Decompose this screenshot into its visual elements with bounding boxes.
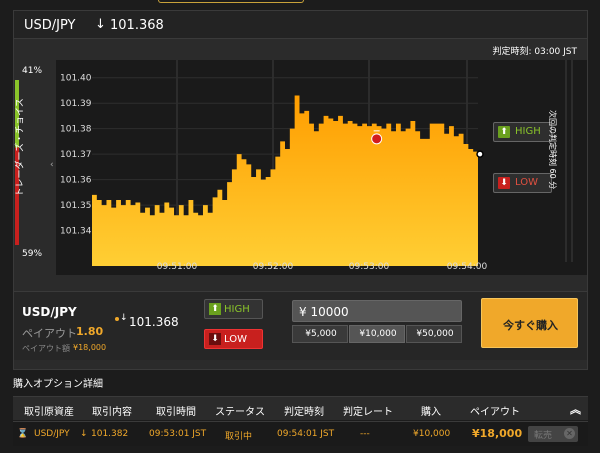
col-purchase: 購入 bbox=[421, 407, 441, 418]
col-status: ステータス bbox=[215, 407, 265, 418]
x-tick-label: 09:51:00 bbox=[157, 262, 198, 272]
y-tick-label: 101.35 bbox=[60, 201, 92, 211]
y-tick-label: 101.37 bbox=[60, 150, 92, 160]
high-label: HIGH bbox=[224, 304, 250, 315]
row-arrow-icon: ↓ bbox=[80, 429, 88, 439]
arrow-up-icon: ⬆ bbox=[209, 303, 221, 315]
y-tick-label: 101.38 bbox=[60, 125, 92, 135]
amount-input[interactable]: ¥ 10000 bbox=[292, 300, 462, 322]
x-axis-strip bbox=[56, 266, 587, 275]
x-tick-label: 09:52:00 bbox=[253, 262, 294, 272]
chart-low-button[interactable]: ⬇ LOW bbox=[493, 173, 552, 193]
preset-5000-label: ¥5,000 bbox=[305, 329, 337, 339]
y-tick-label: 101.39 bbox=[60, 99, 92, 109]
down-arrow-icon: ↓ bbox=[95, 17, 106, 32]
top-tab-accent bbox=[158, 0, 304, 3]
col-payout: ペイアウト bbox=[470, 407, 520, 418]
row-asset: USD/JPY bbox=[34, 429, 70, 439]
row-rate: 101.382 bbox=[91, 429, 129, 439]
x-tick-label: 09:54:00 bbox=[447, 262, 488, 272]
trade-panel: USD/JPY ペイアウト 1.80 ペイアウト額 ¥18,000 ↓ 101.… bbox=[14, 291, 587, 360]
high-button[interactable]: ⬆ HIGH bbox=[204, 299, 263, 319]
deadline-time: 判定時刻: 03:00 JST bbox=[492, 47, 577, 57]
arrow-up-icon: ⬆ bbox=[498, 126, 510, 138]
col-time: 取引時間 bbox=[156, 407, 196, 418]
preset-10000-label: ¥10,000 bbox=[359, 329, 397, 339]
trade-price-arrow-icon: ↓ bbox=[120, 313, 128, 323]
traders-high-percent: 41% bbox=[22, 66, 43, 76]
hourglass-icon: ⌛ bbox=[17, 429, 29, 439]
payout-amount: ¥18,000 bbox=[73, 343, 107, 352]
top-bar bbox=[0, 0, 600, 10]
price-chart: 101.40 101.39 101.38 101.37 101.36 101.35 101.… bbox=[56, 60, 587, 275]
payout-label: ペイアウト bbox=[22, 327, 77, 340]
col-judge-rate: 判定レート bbox=[343, 407, 393, 418]
payout-amount-label: ペイアウト額 bbox=[22, 344, 70, 353]
arrow-down-icon: ⬇ bbox=[209, 333, 221, 345]
preset-50000-label: ¥50,000 bbox=[416, 329, 454, 339]
next-deadline-label: 次回の判定時刻 60 分 bbox=[548, 110, 557, 190]
y-tick-label: 101.40 bbox=[60, 74, 92, 84]
chevron-left-icon[interactable]: ‹ bbox=[50, 160, 54, 170]
buy-now-button[interactable]: 今すぐ購入 bbox=[481, 298, 578, 348]
trade-price: 101.368 bbox=[129, 315, 179, 329]
trade-pair: USD/JPY bbox=[22, 305, 77, 319]
entry-marker-dot bbox=[371, 133, 383, 145]
details-title: 購入オプション詳細 bbox=[13, 379, 103, 390]
col-deadline: 判定時刻 bbox=[284, 407, 324, 418]
close-icon: ✕ bbox=[564, 428, 575, 439]
y-tick-label: 101.36 bbox=[60, 176, 92, 186]
preset-10000-button[interactable]: ¥10,000 bbox=[349, 325, 405, 343]
traders-choice-label: トレーダーズ・チョイス bbox=[15, 98, 26, 197]
col-asset: 取引原資産 bbox=[24, 407, 74, 418]
current-price: 101.368 bbox=[110, 18, 164, 33]
resell-label: 転売 bbox=[534, 431, 553, 441]
low-label: LOW bbox=[224, 334, 247, 345]
row-judge-rate: --- bbox=[360, 429, 370, 439]
table-row: ⌛ USD/JPY ↓ 101.382 09:53:01 JST 取引中 09:… bbox=[13, 421, 588, 446]
resell-button[interactable]: 転売 ✕ bbox=[528, 426, 578, 442]
asset-header: USD/JPY ↓ 101.368 bbox=[14, 11, 587, 39]
chart-high-label: HIGH bbox=[515, 126, 541, 137]
chart-subheader: 判定時刻: 03:00 JST bbox=[14, 40, 587, 60]
amount-value: ¥ 10000 bbox=[299, 305, 349, 319]
preset-5000-button[interactable]: ¥5,000 bbox=[292, 325, 348, 343]
price-chart-svg: 101.40 101.39 101.38 101.37 101.36 101.35 101.… bbox=[56, 60, 587, 275]
details-table-header: 取引原資産 取引内容 取引時間 ステータス 判定時刻 判定レート 購入 ペイアウ… bbox=[13, 396, 588, 420]
row-purchase: ¥10,000 bbox=[413, 429, 451, 439]
row-time: 09:53:01 JST bbox=[149, 429, 207, 439]
price-dot-icon bbox=[115, 317, 119, 321]
payout-rate: 1.80 bbox=[76, 325, 104, 338]
chevron-up-icon[interactable]: ︽ bbox=[570, 401, 581, 417]
low-button[interactable]: ⬇ LOW bbox=[204, 329, 263, 349]
arrow-down-icon: ⬇ bbox=[498, 177, 510, 189]
preset-50000-button[interactable]: ¥50,000 bbox=[406, 325, 462, 343]
buy-now-label: 今すぐ購入 bbox=[503, 319, 558, 332]
asset-pair: USD/JPY bbox=[24, 18, 76, 33]
chart-low-label: LOW bbox=[515, 177, 538, 188]
col-direction: 取引内容 bbox=[92, 407, 132, 418]
row-deadline: 09:54:01 JST bbox=[277, 429, 335, 439]
row-status: 取引中 bbox=[225, 432, 253, 442]
chart-high-button[interactable]: ⬆ HIGH bbox=[493, 122, 552, 142]
traders-low-percent: 59% bbox=[22, 249, 43, 259]
last-price-dot bbox=[476, 150, 484, 158]
x-tick-label: 09:53:00 bbox=[349, 262, 390, 272]
y-tick-label: 101.34 bbox=[60, 227, 92, 237]
row-payout: ¥18,000 bbox=[472, 427, 523, 440]
